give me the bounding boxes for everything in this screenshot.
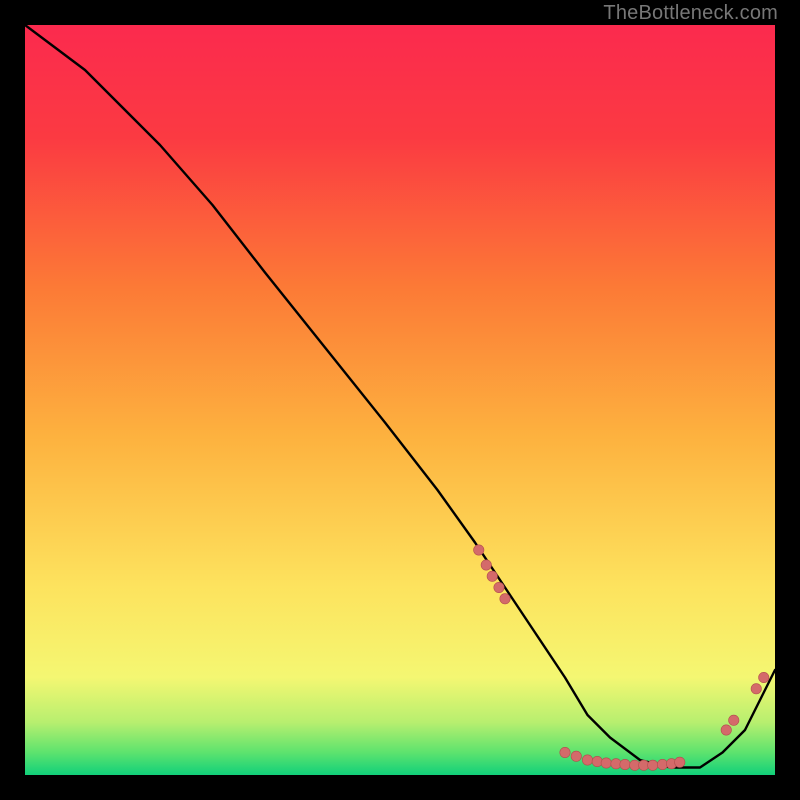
data-marker [560,747,570,757]
data-marker [721,725,731,735]
data-marker [751,684,761,694]
chart-svg [25,25,775,775]
data-marker [481,560,491,570]
data-marker [601,758,611,768]
data-marker [759,672,769,682]
watermark-text: TheBottleneck.com [603,2,778,25]
data-marker [620,759,630,769]
data-marker [494,582,504,592]
gradient-background [25,25,775,775]
data-marker [729,715,739,725]
data-marker [582,755,592,765]
chart-frame: TheBottleneck.com [0,0,800,800]
data-marker [592,756,602,766]
data-marker [500,594,510,604]
data-marker [571,751,581,761]
data-marker [474,545,484,555]
data-marker [648,760,658,770]
plot-area [25,25,775,775]
data-marker [487,571,497,581]
data-marker [675,757,685,767]
